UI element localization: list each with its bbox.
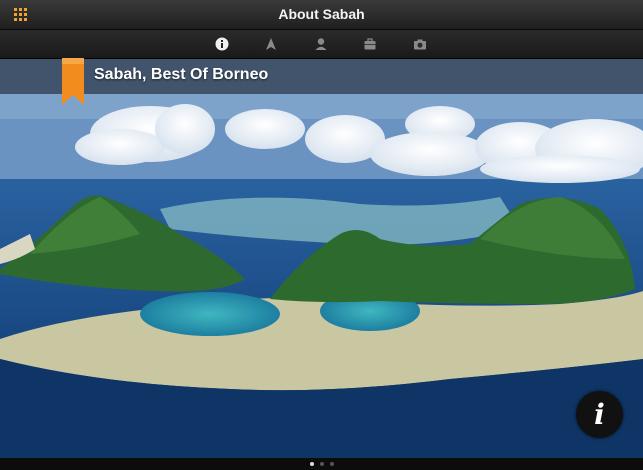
bookmark-icon[interactable]	[62, 58, 84, 105]
top-bar: About Sabah	[0, 0, 643, 30]
slide-caption: Sabah, Best Of Borneo	[94, 66, 269, 83]
hero-image	[0, 59, 643, 458]
tab-camera-icon[interactable]	[413, 37, 427, 51]
page-dot-3[interactable]	[330, 462, 334, 466]
tab-navigation-arrow-icon[interactable]	[264, 37, 278, 51]
tab-info-icon[interactable]	[215, 37, 229, 51]
tab-bar	[0, 30, 643, 59]
page-title: About Sabah	[278, 6, 365, 22]
page-dot-1[interactable]	[310, 462, 314, 466]
page-indicator	[0, 458, 643, 470]
tab-person-icon[interactable]	[314, 37, 328, 51]
info-button[interactable]: i	[576, 391, 623, 438]
tab-briefcase-icon[interactable]	[363, 37, 377, 51]
page-dot-2[interactable]	[320, 462, 324, 466]
info-icon: i	[594, 398, 605, 431]
